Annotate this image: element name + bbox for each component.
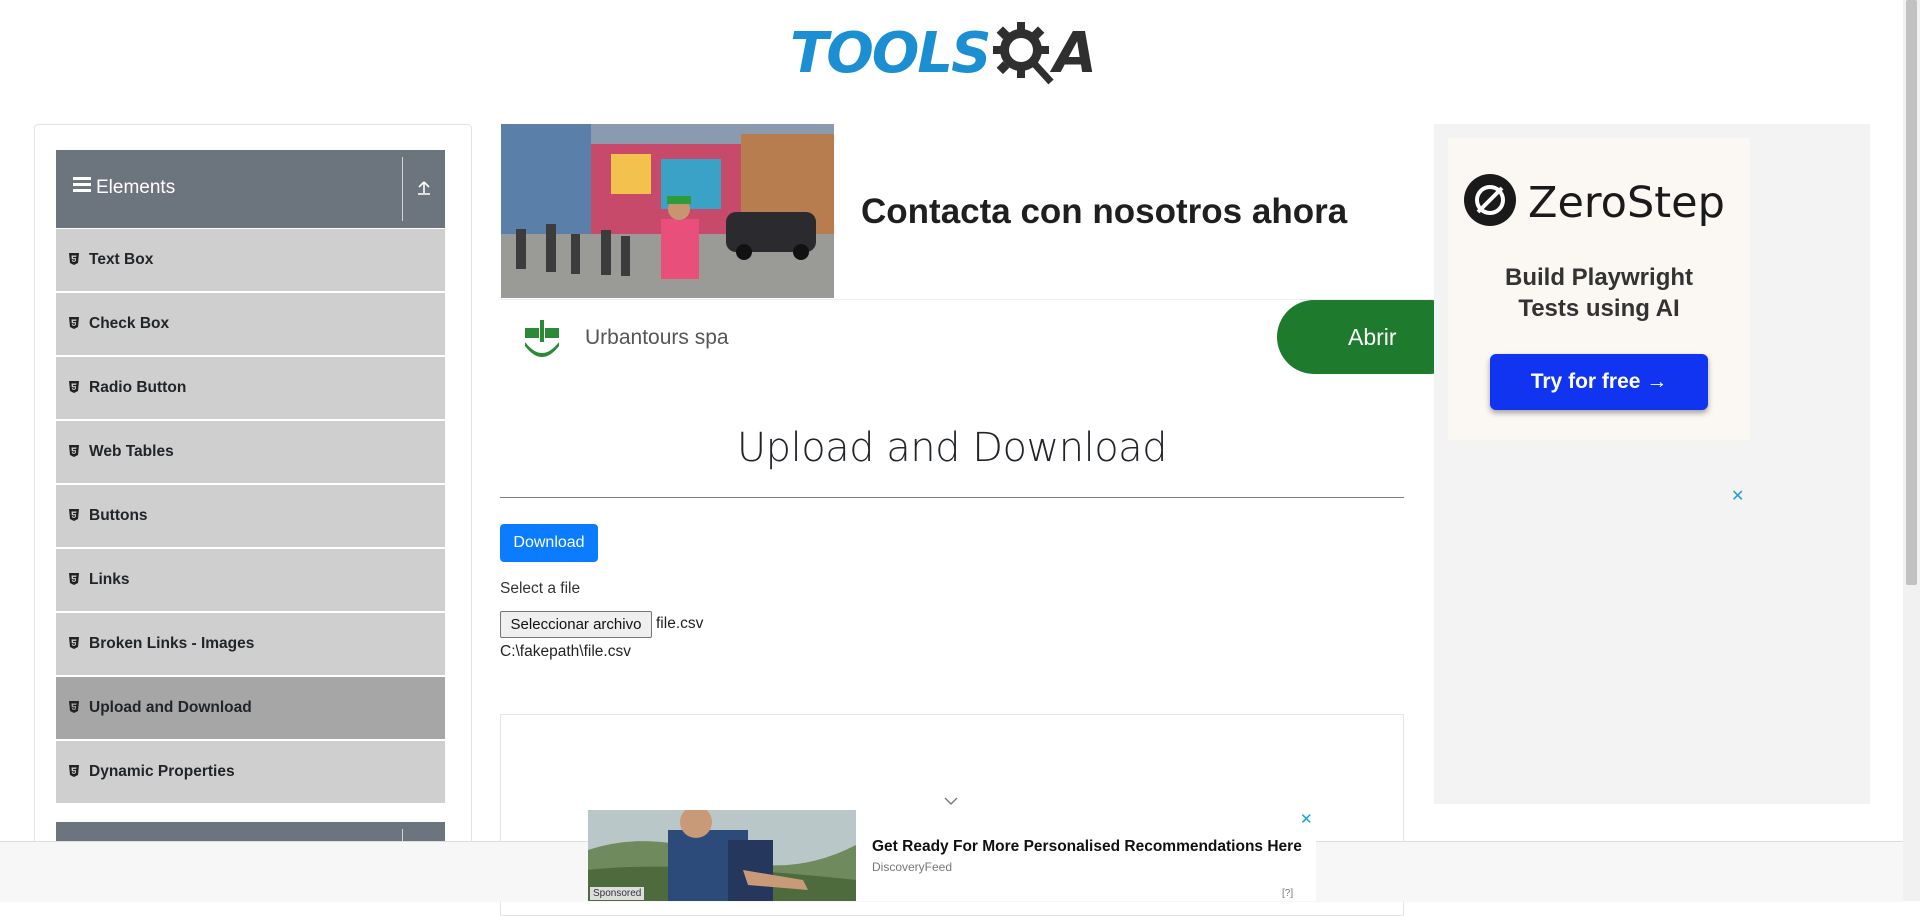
sidebar-item-radio-button[interactable]: Radio Button (56, 357, 445, 419)
selected-file-name: file.csv (656, 615, 704, 632)
download-button[interactable]: Download (500, 524, 598, 562)
gear-magnifier-icon (993, 22, 1055, 85)
page-title: Upload and Download (736, 425, 1168, 471)
html5-icon (69, 573, 79, 585)
ad-hiker-photo: Sponsored (588, 810, 856, 901)
sidebar-item-label: Web Tables (89, 443, 174, 460)
close-icon[interactable]: ✕ (1731, 486, 1744, 506)
sidebar-item-web-tables[interactable]: Web Tables (56, 421, 445, 483)
select-file-label: Select a file (500, 580, 581, 597)
sponsored-label: Sponsored (590, 887, 645, 900)
sidebar-item-links[interactable]: Links (56, 549, 445, 611)
html5-icon (69, 637, 79, 649)
close-icon[interactable]: ✕ (1300, 810, 1313, 828)
zerostep-tagline: Build Playwright Tests using AI (1448, 262, 1750, 324)
ad-headline: Contacta con nosotros ahora (861, 192, 1348, 231)
sidebar-item-label: Text Box (89, 251, 154, 268)
sidebar-item-check-box[interactable]: Check Box (56, 293, 445, 355)
html5-icon (69, 253, 79, 265)
ad-info-icon[interactable]: [?] (1282, 888, 1293, 899)
html5-icon (69, 445, 79, 457)
top-ad-banner[interactable]: Contacta con nosotros ahora Urbantours s… (501, 124, 1467, 376)
ad-brand-name: Urbantours spa (585, 326, 729, 349)
sidebar-item-label: Dynamic Properties (89, 763, 235, 780)
html5-icon (69, 381, 79, 393)
zerostep-tagline-line1: Build Playwright (1504, 264, 1693, 291)
sidebar-item-text-box[interactable]: Text Box (56, 229, 445, 291)
sidebar-group-title: Elements (96, 177, 176, 198)
scrollbar-thumb[interactable] (1906, 0, 1917, 585)
sidebar-item-label: Buttons (89, 507, 148, 524)
zerostep-tagline-line2: Tests using AI (1518, 295, 1680, 322)
hamburger-icon (73, 177, 91, 193)
sidebar-item-label: Upload and Download (89, 699, 252, 716)
html5-icon (69, 317, 79, 329)
try-for-free-button[interactable]: Try for free → (1490, 354, 1708, 410)
zerostep-ad-card[interactable]: ZeroStep Build Playwright Tests using AI… (1448, 138, 1750, 440)
html5-icon (69, 701, 79, 713)
zerostep-logo-icon (1464, 174, 1516, 226)
sidebar-item-label: Broken Links - Images (89, 635, 255, 652)
sticky-ad[interactable]: Sponsored Get Ready For More Personalise… (588, 810, 1316, 901)
title-divider (500, 497, 1404, 498)
sidebar-item-label: Radio Button (89, 379, 187, 396)
header-divider (402, 157, 403, 221)
choose-file-button[interactable]: Seleccionar archivo (500, 611, 652, 638)
sidebar: Elements Text Box Check Box Radio Button… (34, 124, 472, 846)
html5-icon (69, 765, 79, 777)
sidebar-item-label: Links (89, 571, 130, 588)
sidebar-item-dynamic-properties[interactable]: Dynamic Properties (56, 741, 445, 803)
sidebar-item-upload-download[interactable]: Upload and Download (56, 677, 445, 739)
uploaded-file-path: C:\fakepath\file.csv (500, 643, 631, 660)
sticky-ad-source: DiscoveryFeed (872, 860, 953, 874)
html5-icon (69, 509, 79, 521)
collapse-arrow-icon[interactable] (414, 178, 434, 198)
sidebar-group-elements[interactable]: Elements (56, 150, 445, 228)
ad-divider (501, 299, 1433, 300)
toolsqa-logo[interactable]: TOOLS A (790, 16, 1110, 90)
urbantours-logo-icon (519, 316, 565, 364)
sidebar-item-label: Check Box (89, 315, 170, 332)
right-ad[interactable]: ZeroStep Build Playwright Tests using AI… (1434, 124, 1870, 804)
zerostep-brand: ZeroStep (1528, 178, 1725, 228)
chevron-down-icon[interactable] (944, 796, 958, 806)
sidebar-item-buttons[interactable]: Buttons (56, 485, 445, 547)
sticky-ad-title: Get Ready For More Personalised Recommen… (872, 838, 1302, 855)
ad-street-photo (501, 124, 834, 298)
logo-qa-text: A (1053, 20, 1096, 86)
logo-tools-text: TOOLS (790, 20, 991, 86)
sidebar-item-broken-links[interactable]: Broken Links - Images (56, 613, 445, 675)
